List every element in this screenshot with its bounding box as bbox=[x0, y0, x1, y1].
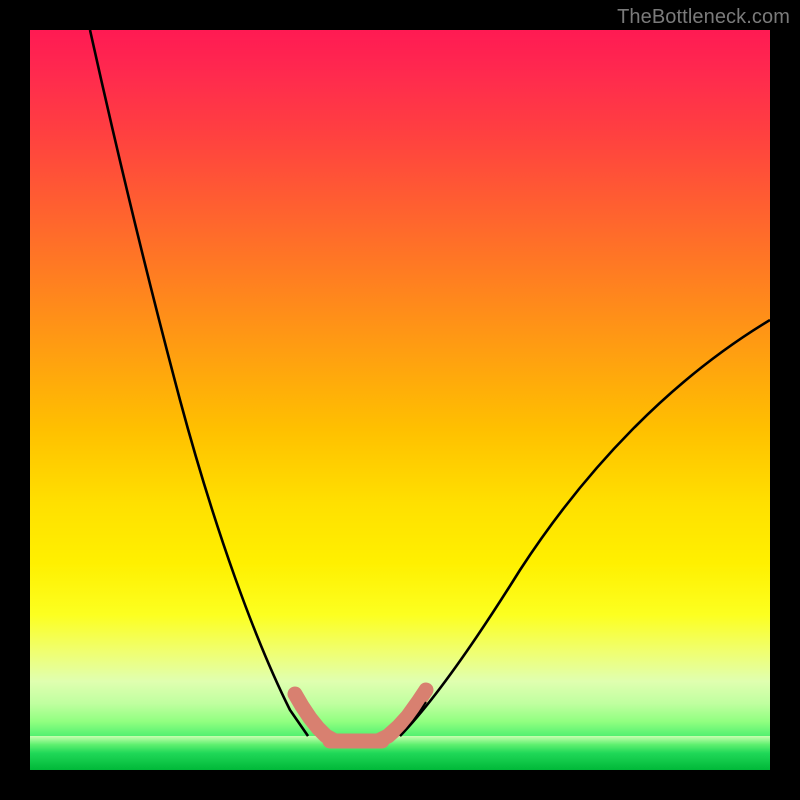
chart-frame: TheBottleneck.com bbox=[0, 0, 800, 800]
curves-svg bbox=[30, 30, 770, 770]
left-curve bbox=[90, 30, 308, 736]
plot-area bbox=[30, 30, 770, 770]
watermark-text: TheBottleneck.com bbox=[617, 6, 790, 29]
right-curve bbox=[400, 320, 770, 736]
